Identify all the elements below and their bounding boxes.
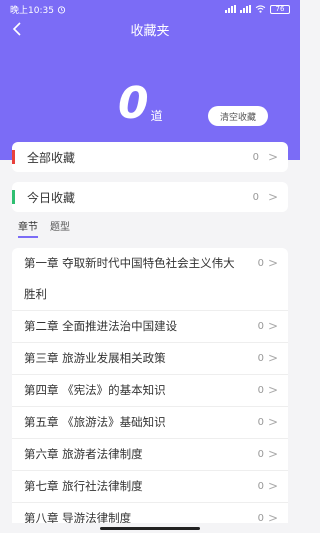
chapter-label: 第二章 全面推进法治中国建设 (24, 319, 178, 333)
chapter-label: 第一章 夺取新时代中国特色社会主义伟大胜利 (24, 256, 235, 301)
chevron-right-icon: > (267, 150, 278, 164)
tab-chapter[interactable]: 章节 (18, 218, 38, 238)
wifi-icon (255, 5, 266, 13)
chapter-label: 第七章 旅行社法律制度 (24, 479, 143, 493)
home-indicator (100, 527, 200, 530)
chapter-count: 0 (257, 449, 264, 460)
chapter-label: 第八章 导游法律制度 (24, 511, 132, 523)
chapter-count: 0 (257, 385, 264, 396)
chevron-right-icon: > (267, 415, 278, 429)
count-number: 0 (118, 78, 149, 129)
status-time: 晚上10:35 (10, 5, 54, 16)
chapter-label: 第六章 旅游者法律制度 (24, 447, 143, 461)
clear-collection-button[interactable]: 清空收藏 (208, 106, 268, 126)
chapter-count: 0 (257, 481, 264, 492)
chapter-label: 第三章 旅游业发展相关政策 (24, 351, 166, 365)
today-collection-card[interactable]: 今日收藏 0 > (12, 182, 288, 212)
chevron-right-icon: > (267, 351, 278, 365)
accent-bar (12, 150, 15, 164)
tab-question-type[interactable]: 题型 (50, 218, 70, 238)
accent-bar (12, 190, 15, 204)
all-collection-card[interactable]: 全部收藏 0 > (12, 142, 288, 172)
chevron-right-icon: > (267, 511, 278, 523)
page-title: 收藏夹 (130, 23, 170, 39)
chevron-right-icon: > (267, 319, 278, 333)
battery-icon: 76 (270, 4, 290, 14)
chapter-label: 第四章 《宪法》的基本知识 (24, 383, 166, 397)
list-item[interactable]: 第五章 《旅游法》基础知识 0 > (12, 407, 288, 439)
chevron-right-icon: > (267, 383, 278, 397)
chevron-right-icon: > (267, 447, 278, 461)
list-item[interactable]: 第六章 旅游者法律制度 0 > (12, 439, 288, 471)
list-item[interactable]: 第二章 全面推进法治中国建设 0 > (12, 311, 288, 343)
list-item[interactable]: 第八章 导游法律制度 0 > (12, 503, 288, 523)
tab-bar: 章节 题型 (18, 218, 70, 238)
chevron-right-icon: > (267, 479, 278, 493)
nav-bar: 收藏夹 (0, 18, 300, 40)
status-bar: 晚上10:35 76 (0, 0, 300, 18)
chevron-left-icon (12, 22, 21, 36)
chapter-count: 0 (257, 321, 264, 332)
list-item[interactable]: 第四章 《宪法》的基本知识 0 > (12, 375, 288, 407)
count-unit: 道 (150, 109, 163, 123)
card-count: 0 (252, 151, 259, 163)
list-item[interactable]: 第一章 夺取新时代中国特色社会主义伟大胜利 0 > (12, 248, 288, 311)
signal-icon-2 (240, 5, 251, 13)
back-button[interactable] (8, 20, 26, 38)
chevron-right-icon: > (267, 190, 278, 204)
list-item[interactable]: 第七章 旅行社法律制度 0 > (12, 471, 288, 503)
chapter-count: 0 (257, 258, 264, 269)
chapter-list: 第一章 夺取新时代中国特色社会主义伟大胜利 0 > 第二章 全面推进法治中国建设… (12, 248, 288, 523)
chevron-right-icon: > (267, 256, 278, 270)
chapter-count: 0 (257, 513, 264, 523)
signal-icon (225, 5, 236, 13)
card-label: 全部收藏 (27, 150, 76, 165)
list-item[interactable]: 第三章 旅游业发展相关政策 0 > (12, 343, 288, 375)
alarm-icon (57, 5, 66, 14)
chapter-count: 0 (257, 353, 264, 364)
card-count: 0 (252, 191, 259, 203)
chapter-count: 0 (257, 417, 264, 428)
chapter-label: 第五章 《旅游法》基础知识 (24, 415, 166, 429)
collection-count: 0 道 (118, 82, 163, 126)
card-label: 今日收藏 (27, 190, 76, 205)
